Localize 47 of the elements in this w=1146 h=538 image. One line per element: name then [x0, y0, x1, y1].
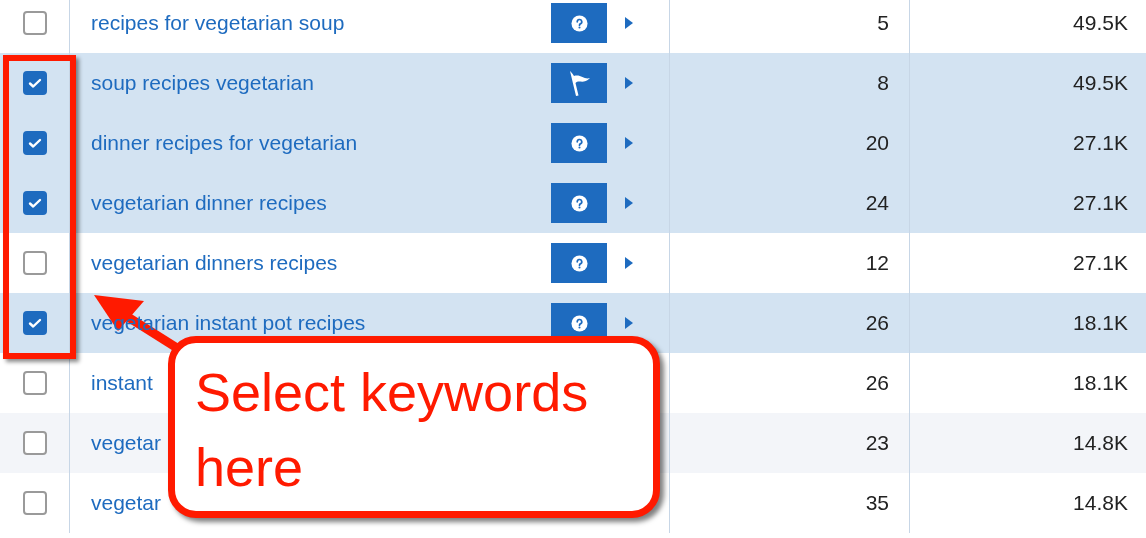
keyword-link[interactable]: instant	[91, 371, 153, 395]
checkbox[interactable]	[22, 311, 47, 335]
help-icon[interactable]	[551, 243, 607, 283]
checkbox[interactable]	[22, 131, 47, 155]
volume-value: 49.5K	[1073, 71, 1128, 95]
keyword-link[interactable]: vegetarian dinners recipes	[91, 251, 338, 275]
position-value: 20	[865, 131, 889, 155]
volume-value: 14.8K	[1073, 491, 1128, 515]
volume-value: 18.1K	[1073, 311, 1128, 335]
position-value: 26	[865, 371, 889, 395]
position-value: 35	[865, 491, 889, 515]
position-value: 5	[877, 11, 889, 35]
help-icon[interactable]	[551, 3, 607, 43]
caret-icon[interactable]	[625, 317, 633, 329]
volume-value: 27.1K	[1073, 251, 1128, 275]
position-value: 24	[865, 191, 889, 215]
checkbox[interactable]	[22, 191, 47, 215]
callout-tooltip: Select keywords here	[168, 336, 660, 518]
caret-icon[interactable]	[625, 197, 633, 209]
position-value: 12	[865, 251, 889, 275]
caret-icon[interactable]	[625, 77, 633, 89]
position-value: 8	[877, 71, 889, 95]
position-value: 23	[865, 431, 889, 455]
keyword-link[interactable]: vegetarian dinner recipes	[91, 191, 327, 215]
checkbox[interactable]	[22, 251, 47, 275]
help-icon[interactable]	[551, 183, 607, 223]
keyword-link[interactable]: vegetar	[91, 431, 162, 455]
caret-icon[interactable]	[625, 257, 633, 269]
volume-value: 49.5K	[1073, 11, 1128, 35]
volume-value: 18.1K	[1073, 371, 1128, 395]
volume-value: 14.8K	[1073, 431, 1128, 455]
checkbox[interactable]	[22, 371, 47, 395]
keyword-link[interactable]: vegetar	[91, 491, 162, 515]
volume-value: 27.1K	[1073, 131, 1128, 155]
position-value: 26	[865, 311, 889, 335]
checkbox[interactable]	[22, 431, 47, 455]
caret-icon[interactable]	[625, 17, 633, 29]
checkbox[interactable]	[22, 71, 47, 95]
flag-icon[interactable]	[551, 63, 607, 103]
caret-icon[interactable]	[625, 137, 633, 149]
volume-value: 27.1K	[1073, 191, 1128, 215]
keyword-link[interactable]: dinner recipes for vegetarian	[91, 131, 358, 155]
checkbox[interactable]	[22, 491, 47, 515]
keyword-link[interactable]: soup recipes vegetarian	[91, 71, 314, 95]
keyword-link[interactable]: recipes for vegetarian soup	[91, 11, 345, 35]
checkbox[interactable]	[22, 11, 47, 35]
help-icon[interactable]	[551, 123, 607, 163]
